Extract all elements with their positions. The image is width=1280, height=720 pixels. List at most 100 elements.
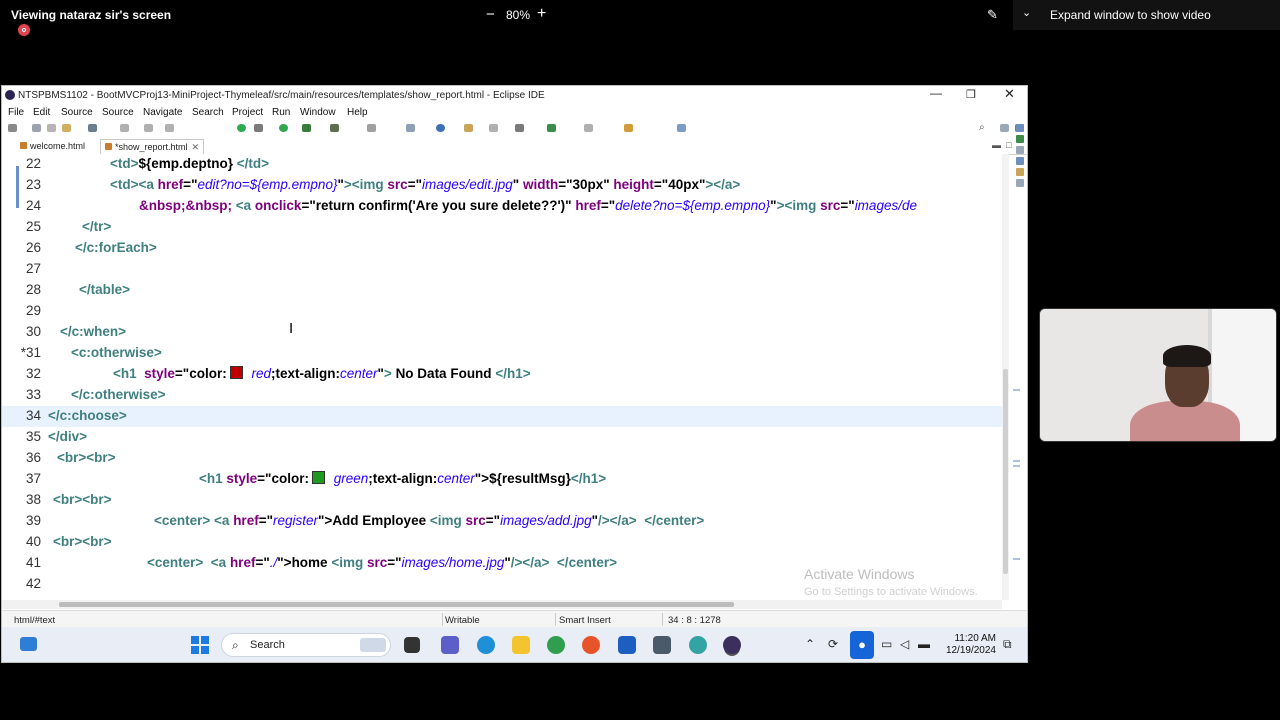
menu-refactor-source[interactable]: Source	[102, 107, 134, 118]
expand-window-label[interactable]: Expand window to show video	[1050, 8, 1211, 22]
menu-edit[interactable]: Edit	[33, 107, 50, 118]
close-icon[interactable]: ✕	[192, 142, 200, 152]
code-line[interactable]: 28 </table>	[2, 280, 1002, 301]
menu-source[interactable]: Source	[61, 107, 93, 118]
network-app-icon[interactable]	[689, 636, 707, 654]
tab-show-report[interactable]: *show_report.html ✕	[100, 139, 205, 154]
open-folder-icon[interactable]	[464, 124, 473, 132]
notifications-icon[interactable]: ⧉	[1003, 637, 1012, 652]
code-line[interactable]: 39 <center> <a href="register">Add Employ…	[2, 511, 1002, 532]
overview-mark[interactable]	[1013, 389, 1020, 391]
save-icon[interactable]	[32, 124, 41, 132]
remote-desktop-icon[interactable]	[653, 636, 671, 654]
forward-icon[interactable]	[624, 124, 633, 132]
code-line[interactable]: 26 </c:forEach>	[2, 238, 1002, 259]
menu-run[interactable]: Run	[272, 107, 290, 118]
console-icon[interactable]	[1016, 146, 1024, 154]
menu-search[interactable]: Search	[192, 107, 224, 118]
status-insert-mode[interactable]: Smart Insert	[559, 615, 611, 626]
deploy-icon[interactable]	[367, 124, 376, 132]
code-line[interactable]: 27	[2, 259, 1002, 280]
code-line[interactable]: 32 <h1 style="color: red;text-align:cente…	[2, 364, 1002, 385]
problems-icon[interactable]	[1016, 168, 1024, 176]
code-line[interactable]: 34 </c:choose>	[2, 406, 1002, 427]
overview-mark[interactable]	[1013, 460, 1020, 462]
properties-icon[interactable]	[1016, 179, 1024, 187]
file-explorer-icon[interactable]	[512, 636, 530, 654]
bug-icon[interactable]	[254, 124, 263, 132]
vertical-scrollbar[interactable]	[1002, 154, 1009, 600]
servers-icon[interactable]	[1016, 157, 1024, 165]
task-view-icon[interactable]	[404, 637, 420, 653]
clock[interactable]: 11:20 AM 12/19/2024	[940, 633, 996, 657]
tab-welcome[interactable]: welcome.html	[16, 139, 89, 153]
back-icon[interactable]	[584, 124, 593, 132]
menu-project[interactable]: Project	[232, 107, 263, 118]
sync-icon[interactable]: ⟳	[828, 637, 838, 651]
taskbar-search[interactable]: ⌕ Search	[221, 633, 391, 657]
chevron-up-icon[interactable]: ⌃	[805, 637, 815, 651]
microphone-icon[interactable]: ●	[850, 631, 874, 659]
code-line[interactable]: 23 <td><a href="edit?no=${emp.empno}"><im…	[2, 175, 1002, 196]
chrome-icon[interactable]	[547, 636, 565, 654]
new-class-icon[interactable]	[406, 124, 415, 132]
display-icon[interactable]: ▭	[881, 637, 892, 651]
next-annotation-icon[interactable]	[547, 124, 556, 132]
code-line[interactable]: 36 <br><br>	[2, 448, 1002, 469]
code-line[interactable]: 24 &nbsp;&nbsp; <a onclick="return confir…	[2, 196, 1002, 217]
teams-icon[interactable]	[441, 636, 459, 654]
firefox-icon[interactable]	[582, 636, 600, 654]
edge-icon[interactable]	[477, 636, 495, 654]
code-line[interactable]: 40 <br><br>	[2, 532, 1002, 553]
code-line[interactable]: 35 </div>	[2, 427, 1002, 448]
suspend-icon[interactable]	[144, 124, 153, 132]
code-line[interactable]: 22 <td>${emp.deptno} </td>	[2, 154, 1002, 175]
volume-icon[interactable]: ◁	[900, 637, 909, 651]
scroll-thumb[interactable]	[59, 602, 734, 607]
annotate-icon[interactable]: ✎	[987, 7, 998, 23]
close-icon[interactable]: ✕	[1004, 86, 1015, 102]
start-icon[interactable]	[191, 636, 209, 654]
run-icon[interactable]	[279, 124, 288, 132]
zoom-out-button[interactable]: −	[486, 6, 495, 23]
eclipse-taskbar-icon[interactable]	[723, 636, 741, 654]
annotation-icon[interactable]	[515, 124, 524, 132]
code-line[interactable]: 38 <br><br>	[2, 490, 1002, 511]
tasks-icon[interactable]	[1016, 135, 1024, 143]
code-line[interactable]: *31 <c:otherwise>	[2, 343, 1002, 364]
overview-mark[interactable]	[1013, 465, 1020, 467]
battery-icon[interactable]: ▬	[918, 637, 930, 651]
code-editor[interactable]: 22 <td>${emp.deptno} </td> 23 <td><a href="…	[2, 154, 1002, 600]
open-type-icon[interactable]	[436, 124, 445, 132]
restore-icon[interactable]: ❐	[966, 88, 976, 101]
zoom-in-button[interactable]: +	[537, 5, 546, 23]
scroll-thumb[interactable]	[1003, 369, 1008, 574]
undo-icon[interactable]	[62, 124, 71, 132]
horizontal-scrollbar[interactable]	[2, 600, 1002, 609]
terminal-icon[interactable]	[88, 124, 97, 132]
new-icon[interactable]	[8, 124, 17, 132]
pin-editor-icon[interactable]	[677, 124, 686, 132]
maximize-editor-icon[interactable]: □	[1006, 140, 1011, 150]
code-line[interactable]: 25 </tr>	[2, 217, 1002, 238]
store-icon[interactable]	[618, 636, 636, 654]
search-icon[interactable]: ⌕	[979, 122, 985, 133]
perspective-icon[interactable]	[1000, 124, 1009, 132]
minimize-editor-icon[interactable]: ▬	[992, 140, 1001, 150]
skip-icon[interactable]	[120, 124, 129, 132]
code-line[interactable]: 30 </c:when>	[2, 322, 1002, 343]
code-line[interactable]: 29	[2, 301, 1002, 322]
widgets-icon[interactable]	[20, 637, 37, 651]
save-all-icon[interactable]	[47, 124, 56, 132]
external-tools-icon[interactable]	[330, 124, 339, 132]
minimize-icon[interactable]: —	[930, 86, 942, 100]
overview-mark[interactable]	[1013, 558, 1020, 560]
coverage-icon[interactable]	[302, 124, 311, 132]
menu-window[interactable]: Window	[300, 107, 336, 118]
menu-file[interactable]: File	[8, 107, 24, 118]
code-line[interactable]: 37 <h1 style="color: green;text-align:cen…	[2, 469, 1002, 490]
outline-icon[interactable]	[1016, 124, 1024, 132]
step-icon[interactable]	[165, 124, 174, 132]
menu-navigate[interactable]: Navigate	[143, 107, 182, 118]
search-tool-icon[interactable]	[489, 124, 498, 132]
